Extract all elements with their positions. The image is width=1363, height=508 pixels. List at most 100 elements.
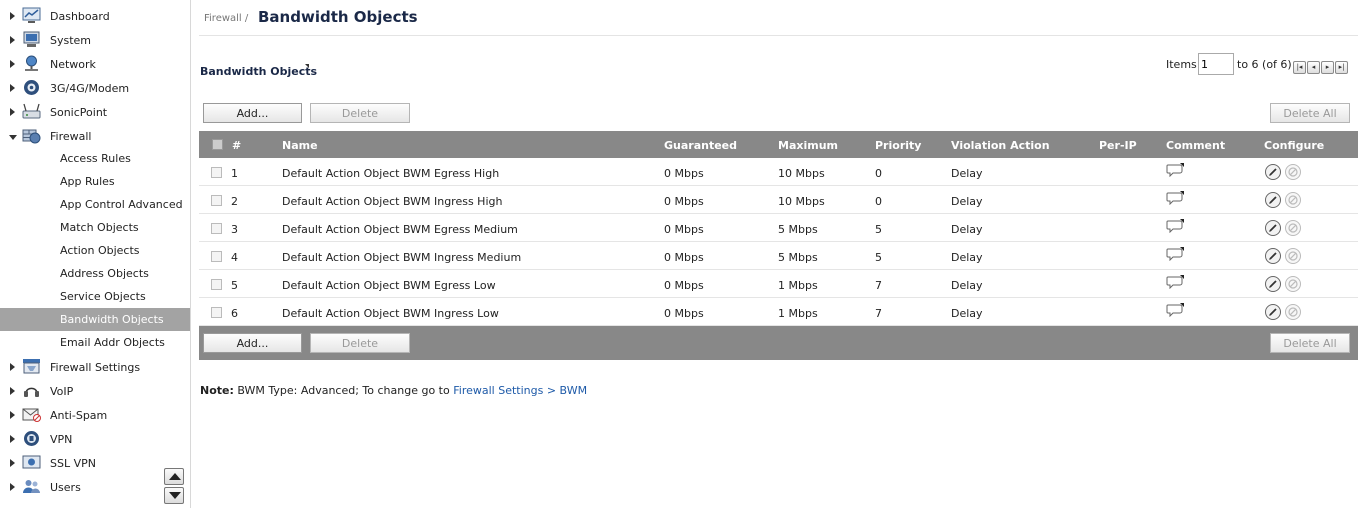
row-guaranteed: 0 Mbps (664, 307, 704, 320)
comment-icon[interactable] (1166, 275, 1184, 289)
next-page-button[interactable]: ▸ (1321, 61, 1334, 74)
delete-disabled-icon[interactable] (1285, 304, 1301, 320)
comment-icon[interactable] (1166, 219, 1184, 233)
table-row: 6 Default Action Object BWM Ingress Low … (199, 298, 1358, 326)
sidebar-subitem-email-addr-objects[interactable]: Email Addr Objects (0, 331, 190, 354)
row-name: Default Action Object BWM Ingress Low (282, 307, 499, 320)
row-name: Default Action Object BWM Ingress High (282, 195, 503, 208)
note-body: BWM Type: Advanced; To change go to (237, 384, 450, 397)
sonicpoint-icon (22, 103, 41, 119)
row-priority: 5 (875, 251, 882, 264)
expand-arrow-icon[interactable] (10, 60, 15, 68)
section-title: Bandwidth Objects (200, 65, 318, 78)
column-header-violation-action[interactable]: Violation Action (951, 139, 1050, 152)
sidebar-subitem-app-control-advanced[interactable]: App Control Advanced (0, 193, 190, 216)
sidebar-item-firewall-settings[interactable]: Firewall Settings (0, 355, 190, 379)
sidebar-scroll-up-button[interactable] (164, 468, 184, 485)
expand-arrow-icon[interactable] (10, 363, 15, 371)
select-all-checkbox[interactable] (212, 139, 223, 150)
edit-icon[interactable] (1265, 192, 1281, 208)
column-header-maximum[interactable]: Maximum (778, 139, 838, 152)
sidebar-item-system[interactable]: System (0, 28, 190, 52)
expand-arrow-icon[interactable] (10, 36, 15, 44)
delete-disabled-icon[interactable] (1285, 248, 1301, 264)
edit-icon[interactable] (1265, 164, 1281, 180)
delete-all-button-bottom[interactable]: Delete All (1270, 333, 1350, 353)
edit-icon[interactable] (1265, 276, 1281, 292)
comment-icon[interactable] (1166, 303, 1184, 317)
delete-disabled-icon[interactable] (1285, 164, 1301, 180)
sidebar-scroll-down-button[interactable] (164, 487, 184, 504)
row-checkbox[interactable] (211, 279, 222, 290)
add-button-bottom[interactable]: Add... (203, 333, 302, 353)
delete-disabled-icon[interactable] (1285, 220, 1301, 236)
network-icon (25, 55, 38, 71)
expand-arrow-icon[interactable] (10, 411, 15, 419)
sidebar-subitem-access-rules[interactable]: Access Rules (0, 147, 190, 170)
expand-arrow-icon[interactable] (10, 84, 15, 92)
column-header-number: # (232, 139, 242, 152)
expand-arrow-icon[interactable] (10, 483, 15, 491)
sidebar-subitem-service-objects[interactable]: Service Objects (0, 285, 190, 308)
comment-icon[interactable] (1166, 247, 1184, 261)
sidebar-item-ssl-vpn[interactable]: SSL VPN (0, 451, 190, 475)
comment-icon[interactable] (1166, 163, 1184, 177)
row-priority: 7 (875, 279, 882, 292)
expand-arrow-icon[interactable] (10, 12, 15, 20)
breadcrumb[interactable]: Firewall / (204, 13, 248, 24)
row-number: 6 (231, 307, 238, 320)
table-row: 4 Default Action Object BWM Ingress Medi… (199, 242, 1358, 270)
row-priority: 5 (875, 223, 882, 236)
sidebar-item-users[interactable]: Users (0, 475, 190, 499)
edit-icon[interactable] (1265, 248, 1281, 264)
edit-icon[interactable] (1265, 220, 1281, 236)
sidebar-item-firewall[interactable]: Firewall (0, 124, 190, 148)
sidebar-subitem-address-objects[interactable]: Address Objects (0, 262, 190, 285)
sidebar-subitem-match-objects[interactable]: Match Objects (0, 216, 190, 239)
sidebar-item-3g-4g-modem[interactable]: 3G/4G/Modem (0, 76, 190, 100)
row-guaranteed: 0 Mbps (664, 195, 704, 208)
expand-arrow-icon[interactable] (10, 459, 15, 467)
comment-icon[interactable] (1166, 191, 1184, 205)
sidebar-item-vpn[interactable]: VPN (0, 427, 190, 451)
expand-arrow-icon[interactable] (10, 387, 15, 395)
row-checkbox[interactable] (211, 307, 222, 318)
column-header-guaranteed[interactable]: Guaranteed (664, 139, 737, 152)
row-name: Default Action Object BWM Egress Medium (282, 223, 518, 236)
delete-button-bottom[interactable]: Delete (310, 333, 410, 353)
last-page-button[interactable]: ▸| (1335, 61, 1348, 74)
row-violation-action: Delay (951, 307, 983, 320)
row-checkbox[interactable] (211, 251, 222, 262)
sidebar-item-dashboard[interactable]: Dashboard (0, 4, 190, 28)
arrow-down-icon (169, 492, 181, 499)
items-start-input[interactable] (1198, 53, 1234, 75)
items-range: to 6 (of 6) (1237, 58, 1292, 71)
add-button[interactable]: Add... (203, 103, 302, 123)
row-checkbox[interactable] (211, 167, 222, 178)
column-header-name[interactable]: Name (282, 139, 318, 152)
prev-page-button[interactable]: ◂ (1307, 61, 1320, 74)
firewall-settings-icon (23, 359, 40, 374)
edit-icon[interactable] (1265, 304, 1281, 320)
row-checkbox[interactable] (211, 223, 222, 234)
sidebar-subitem-action-objects[interactable]: Action Objects (0, 239, 190, 262)
sidebar-subitem-bandwidth-objects[interactable]: Bandwidth Objects (0, 308, 190, 331)
column-header-per-ip[interactable]: Per-IP (1099, 139, 1137, 152)
delete-disabled-icon[interactable] (1285, 276, 1301, 292)
delete-disabled-icon[interactable] (1285, 192, 1301, 208)
sidebar-item-anti-spam[interactable]: Anti-Spam (0, 403, 190, 427)
sidebar-item-network[interactable]: Network (0, 52, 190, 76)
delete-button[interactable]: Delete (310, 103, 410, 123)
sidebar-item-sonicpoint[interactable]: SonicPoint (0, 100, 190, 124)
row-checkbox[interactable] (211, 195, 222, 206)
sidebar-item-voip[interactable]: VoIP (0, 379, 190, 403)
bwm-settings-link[interactable]: Firewall Settings > BWM (453, 384, 587, 397)
collapse-arrow-icon[interactable] (9, 135, 17, 140)
first-page-button[interactable]: |◂ (1293, 61, 1306, 74)
page-title: Bandwidth Objects (258, 8, 418, 26)
delete-all-button[interactable]: Delete All (1270, 103, 1350, 123)
expand-arrow-icon[interactable] (10, 108, 15, 116)
column-header-priority[interactable]: Priority (875, 139, 921, 152)
sidebar-subitem-app-rules[interactable]: App Rules (0, 170, 190, 193)
expand-arrow-icon[interactable] (10, 435, 15, 443)
